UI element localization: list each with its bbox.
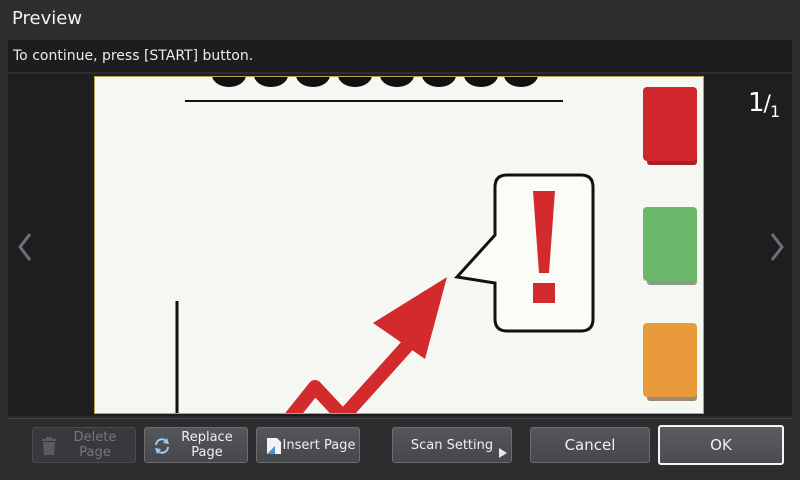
refresh-icon [155, 438, 169, 454]
ok-button[interactable]: OK [658, 425, 784, 465]
scan-setting-label: Scan Setting [410, 437, 494, 453]
page-counter: 1/1 [748, 88, 780, 121]
preview-window: Preview To continue, press [START] butto… [0, 0, 800, 480]
scanned-page-preview [94, 76, 704, 414]
replace-page-button[interactable]: Replace Page [144, 427, 248, 463]
insert-page-button[interactable]: Insert Page [256, 427, 360, 463]
replace-page-label: Replace Page [181, 430, 233, 460]
cancel-label: Cancel [564, 435, 616, 454]
bottom-toolbar: Delete Page Replace Page Insert Page Sca… [8, 418, 792, 475]
triangle-right-icon [499, 448, 507, 458]
delete-page-label: Delete Page [73, 430, 117, 460]
page-illustration [175, 77, 697, 413]
current-page-number: 1 [748, 88, 765, 118]
cancel-button[interactable]: Cancel [530, 427, 650, 463]
title-bar: Preview [0, 0, 800, 38]
preview-area: 1/1 [8, 74, 792, 416]
chevron-right-icon [770, 233, 784, 261]
insert-page-label: Insert Page [282, 437, 356, 453]
insert-page-icon [267, 438, 281, 454]
total-page-number: 1 [769, 102, 780, 121]
delete-page-button[interactable]: Delete Page [32, 427, 136, 463]
chevron-left-icon [18, 233, 32, 261]
instruction-message: To continue, press [START] button. [13, 48, 254, 64]
ok-label: OK [710, 435, 732, 454]
window-title: Preview [12, 8, 83, 29]
next-page-button[interactable] [760, 222, 790, 272]
trash-icon [42, 437, 56, 455]
previous-page-button[interactable] [12, 222, 42, 272]
message-bar: To continue, press [START] button. [8, 40, 792, 72]
scan-setting-button[interactable]: Scan Setting [392, 427, 512, 463]
